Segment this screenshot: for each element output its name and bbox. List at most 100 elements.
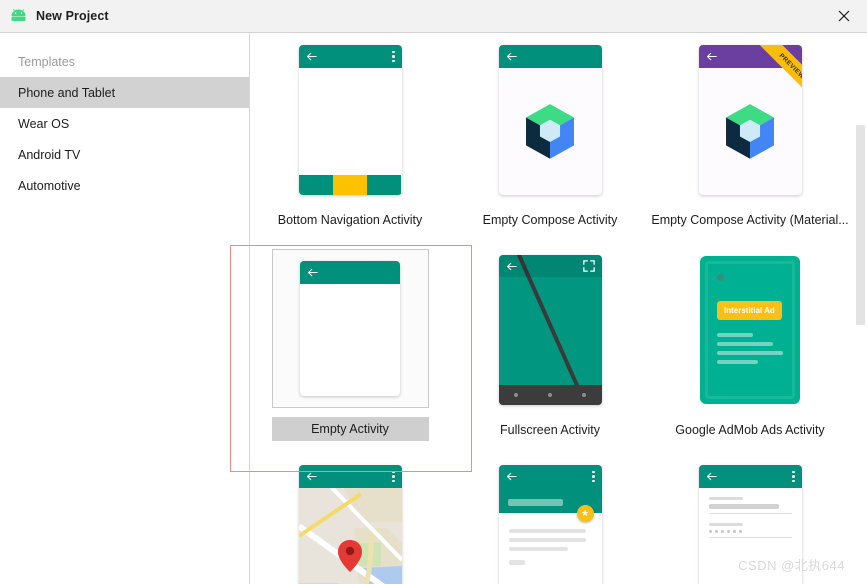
- sidebar-item-automotive[interactable]: Automotive: [0, 170, 249, 201]
- template-card-login-activity[interactable]: Login Activity: [650, 441, 850, 584]
- content-line: [717, 333, 754, 337]
- app-bar: [698, 465, 802, 488]
- field-underline: [708, 513, 792, 514]
- templates-scrollbar[interactable]: [854, 33, 867, 584]
- sidebar-item-wear-os[interactable]: Wear OS: [0, 108, 249, 139]
- username-label-placeholder: [708, 497, 743, 500]
- username-field-placeholder: [708, 504, 779, 509]
- map-preview: [298, 488, 402, 584]
- overflow-menu-icon: [392, 50, 395, 63]
- template-card-google-admob-ads-activity[interactable]: Interstitial Ad Google AdMob Ads Activit…: [650, 231, 850, 441]
- template-thumbnail: PREVIEW: [673, 39, 828, 201]
- app-bar: [698, 45, 802, 68]
- bottom-navigation-bar: [298, 175, 402, 195]
- close-icon[interactable]: [821, 0, 867, 32]
- back-arrow-icon: [506, 52, 517, 61]
- password-label-placeholder: [708, 523, 743, 526]
- template-thumbnail: [673, 459, 828, 584]
- template-grid: Bottom Navigation Activity Empty Compose…: [250, 33, 851, 584]
- interstitial-ad-button: Interstitial Ad: [717, 301, 782, 320]
- template-label: Bottom Navigation Activity: [277, 213, 423, 227]
- content-line: [717, 342, 774, 346]
- content-line: [717, 360, 758, 364]
- back-arrow-icon: [706, 472, 717, 481]
- template-card-empty-compose-activity-material[interactable]: PREVIEW Empty Compose Activity (Material…: [650, 33, 850, 231]
- back-arrow-icon: [308, 268, 318, 277]
- sidebar-item-phone-and-tablet[interactable]: Phone and Tablet: [0, 77, 249, 108]
- overflow-menu-icon: [392, 470, 395, 483]
- back-arrow-icon: [306, 472, 317, 481]
- app-bar: [498, 465, 602, 488]
- app-bar: [298, 45, 402, 68]
- phone-mock: PREVIEW: [698, 45, 802, 195]
- template-thumbnail: Interstitial Ad: [673, 249, 828, 411]
- system-bar: [498, 385, 602, 405]
- template-thumbnail: ★ G Pay: [473, 459, 628, 584]
- sidebar-item-label: Android TV: [18, 147, 81, 162]
- template-grid-panel: Bottom Navigation Activity Empty Compose…: [250, 33, 867, 584]
- overflow-menu-icon: [792, 470, 795, 483]
- content-line: [508, 529, 586, 533]
- app-bar: [498, 45, 602, 68]
- template-card-google-maps-activity[interactable]: Google Maps Activity: [250, 441, 450, 584]
- back-arrow-icon: [506, 262, 517, 270]
- template-label: Empty Compose Activity (Material...: [651, 213, 849, 227]
- back-arrow-icon: [706, 52, 717, 61]
- template-label: Empty Activity: [271, 416, 429, 441]
- hero-title-placeholder: [507, 499, 563, 506]
- diagonal-line: [514, 255, 600, 405]
- title-bar: New Project: [0, 0, 867, 33]
- phone-mock: [698, 465, 802, 584]
- sidebar-item-label: Wear OS: [18, 116, 70, 131]
- template-card-empty-compose-activity[interactable]: Empty Compose Activity: [450, 33, 650, 231]
- app-bar: [298, 465, 402, 488]
- scrollbar-thumb[interactable]: [856, 125, 865, 325]
- template-card-bottom-navigation-activity[interactable]: Bottom Navigation Activity: [250, 33, 450, 231]
- fullscreen-preview: [498, 255, 602, 405]
- phone-mock: ★ G Pay: [498, 465, 602, 584]
- sidebar-heading: Templates: [18, 55, 75, 69]
- template-card-google-pay-activity[interactable]: ★ G Pay: [450, 441, 650, 584]
- fullscreen-icon: [582, 260, 595, 272]
- password-dots: [708, 530, 792, 533]
- dialog-body: Templates Phone and Tablet Wear OS Andro…: [0, 33, 867, 584]
- back-arrow-icon: [506, 472, 517, 481]
- sidebar-item-android-tv[interactable]: Android TV: [0, 139, 249, 170]
- template-label: Fullscreen Activity: [499, 423, 601, 437]
- avatar-dot: [717, 274, 724, 281]
- android-icon: [10, 9, 27, 23]
- phone-mock: [300, 260, 400, 396]
- sidebar-item-label: Automotive: [18, 178, 81, 193]
- template-card-fullscreen-activity[interactable]: Fullscreen Activity: [450, 231, 650, 441]
- new-project-dialog: New Project Templates Phone and Tablet W…: [0, 0, 867, 584]
- sidebar-item-label: Phone and Tablet: [18, 85, 116, 100]
- phone-mock: [498, 255, 602, 405]
- content-line: [508, 538, 586, 542]
- template-thumbnail: [271, 249, 429, 408]
- template-label: Empty Compose Activity: [482, 213, 618, 227]
- template-card-empty-activity[interactable]: Empty Activity: [250, 231, 450, 441]
- overflow-menu-icon: [592, 470, 595, 483]
- admob-screen: Interstitial Ad: [705, 261, 795, 399]
- content-line: [717, 351, 783, 355]
- template-thumbnail: [473, 249, 628, 411]
- templates-sidebar: Templates Phone and Tablet Wear OS Andro…: [0, 33, 250, 584]
- phone-mock: Interstitial Ad: [700, 256, 800, 404]
- login-form: [699, 488, 802, 538]
- template-thumbnail: [273, 39, 428, 201]
- phone-mock: [298, 465, 402, 584]
- field-underline: [708, 537, 792, 538]
- window-title: New Project: [36, 9, 109, 23]
- jetpack-compose-icon: [726, 103, 774, 159]
- content-line: [508, 547, 569, 551]
- template-label: Google AdMob Ads Activity: [675, 423, 825, 437]
- title-bar-left: New Project: [0, 9, 109, 23]
- phone-mock: [498, 45, 602, 195]
- app-bar: [498, 255, 602, 277]
- app-bar: [300, 260, 400, 284]
- jetpack-compose-icon: [526, 103, 574, 159]
- template-thumbnail: [273, 459, 428, 584]
- template-thumbnail: [473, 39, 628, 201]
- phone-mock: [298, 45, 402, 195]
- star-fab-icon: ★: [576, 505, 594, 522]
